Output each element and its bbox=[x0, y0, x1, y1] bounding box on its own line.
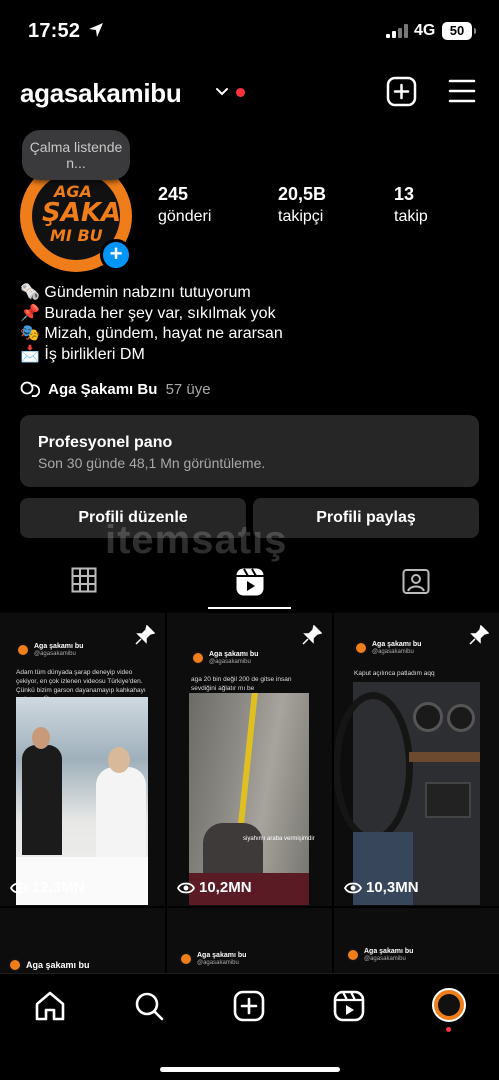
battery-icon: 50 bbox=[442, 22, 476, 40]
reels-icon[interactable] bbox=[333, 990, 365, 1022]
menu-icon[interactable] bbox=[448, 78, 476, 104]
reel-thumbnail[interactable]: Aga şakamı bu bbox=[0, 908, 165, 973]
community-name: Aga Şakamı Bu bbox=[48, 381, 158, 398]
profile-notification-dot bbox=[446, 1027, 451, 1032]
status-time: 17:52 bbox=[28, 20, 81, 42]
note-bubble[interactable]: Çalma listende n... bbox=[22, 130, 130, 180]
stat-followers-value: 20,5B bbox=[278, 184, 327, 204]
pin-icon bbox=[135, 625, 155, 645]
professional-dashboard[interactable]: Profesyonel pano Son 30 günde 48,1 Mn gö… bbox=[20, 415, 479, 487]
reel-account-handle: @agasakamibu bbox=[372, 649, 414, 655]
stat-following-label: takip bbox=[394, 208, 428, 225]
reel-photo bbox=[16, 697, 148, 905]
dashboard-title: Profesyonel pano bbox=[38, 434, 173, 451]
reel-thumbnail[interactable]: Aga şakamı bu @agasakamibu Adam tüm düny… bbox=[0, 613, 165, 906]
reel-account-name: Aga şakamı bu bbox=[364, 948, 414, 955]
reel-account-name: Aga şakamı bu bbox=[209, 651, 259, 658]
location-arrow-icon bbox=[89, 23, 103, 37]
home-indicator bbox=[160, 1067, 340, 1072]
reel-view-count-text: 10,2MN bbox=[199, 879, 252, 896]
reel-thumbnail[interactable]: Aga şakamı bu @agasakamibu bbox=[334, 908, 499, 973]
notification-dot bbox=[236, 88, 245, 97]
tagged-tab-icon[interactable] bbox=[402, 567, 430, 595]
reel-caption-header: Aga şakamı bu bbox=[8, 958, 90, 972]
stat-following[interactable]: 13 takip bbox=[394, 184, 428, 226]
reel-caption: aga 20 bin değil 200 de gitse insan sevd… bbox=[191, 676, 292, 692]
bottom-navigation bbox=[0, 973, 499, 1080]
reel-caption: Kaput açılınca patladım aqq bbox=[354, 670, 435, 677]
reel-caption-header: Aga şakamı bu @agasakamibu bbox=[346, 948, 413, 962]
reel-view-count-text: 12,3MN bbox=[32, 879, 85, 896]
reel-view-count: 10,2MN bbox=[177, 879, 252, 896]
reel-account-avatar bbox=[16, 643, 30, 657]
reel-caption-header: Aga şakamı bu @agasakamibu bbox=[16, 643, 83, 657]
active-tab-indicator bbox=[208, 607, 291, 609]
reel-thumbnail[interactable]: Aga şakamı bu @agasakamibu Kaput açılınc… bbox=[334, 613, 499, 906]
stat-followers-label: takipçi bbox=[278, 208, 324, 225]
bio-line: 📌 Burada her şey var, sıkılmak yok bbox=[20, 304, 276, 322]
reel-overlay-text: siyahımı araba vermişimdir bbox=[243, 836, 315, 842]
bio-line: 🗞️ Gündemin nabzını tutuyorum bbox=[20, 284, 251, 301]
signal-icon bbox=[386, 24, 408, 38]
bio-line: 🎭 Mizah, gündem, hayat ne ararsan bbox=[20, 325, 283, 342]
community-chat-icon bbox=[20, 381, 41, 398]
bio-line: 📩 İş birlikleri DM bbox=[20, 345, 145, 363]
eye-icon bbox=[177, 882, 195, 893]
reel-account-name: Aga şakamı bu bbox=[372, 641, 422, 648]
create-icon[interactable] bbox=[233, 990, 265, 1022]
reel-caption-header: Aga şakamı bu @agasakamibu bbox=[354, 641, 421, 655]
reel-account-avatar bbox=[8, 958, 22, 972]
community-link[interactable]: Aga Şakamı Bu 57 üye bbox=[20, 381, 211, 398]
reel-account-avatar bbox=[354, 641, 368, 655]
avatar-logo-text-3: MI BU bbox=[50, 226, 103, 245]
reel-caption-header: Aga şakamı bu @agasakamibu bbox=[179, 952, 246, 966]
reel-account-avatar bbox=[346, 948, 360, 962]
profile-bio: 🗞️ Gündemin nabzını tutuyorum 📌 Burada h… bbox=[20, 283, 283, 365]
reel-account-handle: @agasakamibu bbox=[209, 659, 251, 665]
eye-icon bbox=[344, 882, 362, 893]
reel-caption-header: Aga şakamı bu @agasakamibu bbox=[191, 651, 258, 665]
grid-tab-icon[interactable] bbox=[71, 567, 97, 593]
stat-posts-value: 245 bbox=[158, 184, 189, 204]
reel-view-count: 12,3MN bbox=[10, 879, 85, 896]
network-type: 4G bbox=[414, 22, 436, 39]
reel-photo bbox=[189, 693, 309, 905]
stat-posts-label: gönderi bbox=[158, 208, 212, 225]
reel-account-name: Aga şakamı bu bbox=[197, 952, 247, 959]
pin-icon bbox=[469, 625, 489, 645]
profile-nav-avatar[interactable] bbox=[432, 988, 466, 1022]
reel-account-handle: @agasakamibu bbox=[364, 956, 406, 962]
status-bar: 17:52 4G 50 bbox=[0, 0, 499, 60]
chevron-down-icon[interactable] bbox=[214, 84, 230, 100]
reel-view-count: 10,3MN bbox=[344, 879, 419, 896]
eye-icon bbox=[10, 882, 28, 893]
profile-nav-avatar-core bbox=[438, 994, 460, 1016]
profile-header: agasakamibu bbox=[0, 70, 499, 116]
stat-followers[interactable]: 20,5B takipçi bbox=[278, 184, 326, 226]
reels-tab-icon[interactable] bbox=[235, 567, 265, 597]
reel-photo bbox=[334, 682, 480, 905]
reel-account-name: Aga şakamı bu bbox=[34, 643, 84, 650]
reel-account-avatar bbox=[191, 651, 205, 665]
stat-posts[interactable]: 245 gönderi bbox=[158, 184, 211, 226]
reel-account-handle: @agasakamibu bbox=[197, 960, 239, 966]
profile-tabs bbox=[0, 555, 499, 611]
home-icon[interactable] bbox=[34, 990, 66, 1022]
add-story-plus-icon[interactable]: + bbox=[100, 239, 132, 271]
stat-following-value: 13 bbox=[394, 184, 415, 204]
community-member-count: 57 üye bbox=[165, 381, 211, 398]
reels-grid: Aga şakamı bu @agasakamibu Adam tüm düny… bbox=[0, 613, 499, 973]
reel-thumbnail[interactable]: Aga şakamı bu @agasakamibu aga 20 bin de… bbox=[167, 613, 332, 906]
reel-view-count-text: 10,3MN bbox=[366, 879, 419, 896]
search-icon[interactable] bbox=[133, 990, 165, 1022]
account-switcher[interactable]: agasakamibu bbox=[20, 78, 182, 109]
reel-account-name: Aga şakamı bu bbox=[26, 960, 90, 970]
reel-account-avatar bbox=[179, 952, 193, 966]
avatar-logo-text-2: ŞAKA bbox=[42, 198, 122, 228]
pin-icon bbox=[302, 625, 322, 645]
reel-account-handle: @agasakamibu bbox=[34, 651, 76, 657]
dashboard-subtitle: Son 30 günde 48,1 Mn görüntüleme. bbox=[38, 455, 266, 471]
reel-thumbnail[interactable]: Aga şakamı bu @agasakamibu bbox=[167, 908, 332, 973]
create-post-icon[interactable] bbox=[386, 76, 417, 107]
